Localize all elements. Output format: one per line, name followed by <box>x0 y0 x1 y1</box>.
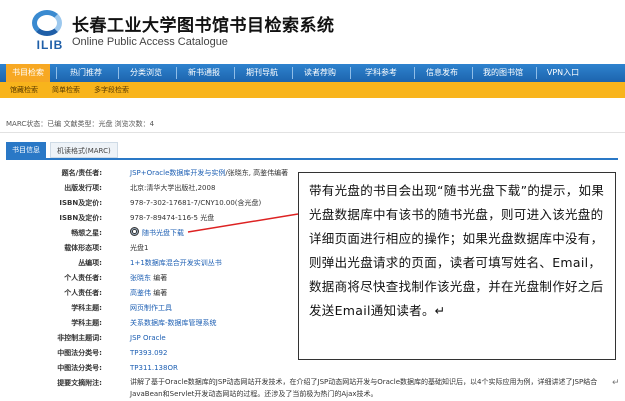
detail-label: 出版发行项: <box>64 184 102 192</box>
nav-item-book-search[interactable]: 书目检索 <box>6 64 50 82</box>
nav-divider <box>56 67 57 79</box>
detail-value: 978-7-302-17681-7/CNY10.00(含光盘) <box>130 199 262 207</box>
nav-item-vpn[interactable]: VPN入口 <box>538 64 588 82</box>
detail-label: 中图法分类号: <box>57 349 102 357</box>
nav-divider <box>176 67 177 79</box>
logo-ring-icon <box>32 10 62 36</box>
author-link[interactable]: 张晓东 <box>130 274 151 282</box>
series-link[interactable]: 1+1数据库混合开发实训丛书 <box>130 256 222 270</box>
classification-link[interactable]: TP393.092 <box>130 346 167 360</box>
detail-label: 非控制主题词: <box>57 334 102 342</box>
subnav-item-multi-field-search[interactable]: 多字段检索 <box>94 82 129 98</box>
detail-label: ISBN及定价: <box>59 199 102 207</box>
title-responsibility: /张晓东, 高鉴伟编著 <box>225 169 289 177</box>
detail-label: 丛编项: <box>78 259 102 267</box>
divider <box>0 132 625 133</box>
nav-divider <box>350 67 351 79</box>
author-link[interactable]: 高鉴伟 <box>130 289 151 297</box>
nav-item-info-publish[interactable]: 信息发布 <box>416 64 468 82</box>
detail-label: 提要文摘附注: <box>57 379 102 387</box>
sub-nav: 馆藏检索 简单检索 多字段检索 <box>0 82 625 98</box>
detail-label: 畅想之星: <box>71 229 102 237</box>
callout-box: 带有光盘的书目会出现“随书光盘下载”的提示，如果光盘数据库中有该书的随书光盘，则… <box>298 172 616 360</box>
detail-label: 个人责任者: <box>64 274 102 282</box>
tab-book-info[interactable]: 书目信息 <box>6 142 46 158</box>
subnav-item-simple-search[interactable]: 简单检索 <box>52 82 80 98</box>
title-link[interactable]: JSP+Oracle数据库开发与实例 <box>130 169 225 177</box>
detail-label: 学科主题: <box>71 304 102 312</box>
subnav-item-collection-search[interactable]: 馆藏检索 <box>10 82 38 98</box>
nav-item-subject-reference[interactable]: 学科参考 <box>352 64 410 82</box>
tab-underline <box>6 158 618 160</box>
detail-value: 光盘1 <box>130 244 149 252</box>
detail-label: 个人责任者: <box>64 289 102 297</box>
abstract-text: 讲解了基于Oracle数据库的JSP动态网站开发技术，在介绍了JSP动态网站开发… <box>130 378 598 398</box>
callout-text: 带有光盘的书目会出现“随书光盘下载”的提示，如果光盘数据库中有该书的随书光盘，则… <box>309 183 605 318</box>
nav-divider <box>472 67 473 79</box>
subject-link[interactable]: 网页制作工具 <box>130 301 172 315</box>
tab-marc-format[interactable]: 机读格式(MARC) <box>50 142 118 158</box>
ilib-logo[interactable]: ILIB <box>30 10 70 54</box>
nav-item-journal-nav[interactable]: 期刊导航 <box>236 64 288 82</box>
nav-item-hot-recommend[interactable]: 热门推荐 <box>60 64 112 82</box>
detail-value: 978-7-89474-116-5 光盘 <box>130 214 215 222</box>
detail-row-clc-2: 中图法分类号: TP311.138OR <box>0 361 600 375</box>
paragraph-mark: ↵ <box>612 378 620 388</box>
nav-divider <box>234 67 235 79</box>
header: ILIB 长春工业大学图书馆书目检索系统 Online Public Acces… <box>0 0 625 62</box>
nav-divider <box>414 67 415 79</box>
nav-item-my-library[interactable]: 我的图书馆 <box>474 64 532 82</box>
site-title: 长春工业大学图书馆书目检索系统 <box>72 16 335 36</box>
author-role: 编著 <box>151 289 168 297</box>
main-nav: 书目检索 热门推荐 分类浏览 新书通报 期刊导航 读者荐购 学科参考 信息发布 … <box>0 64 625 82</box>
cd-download-label: 随书光盘下载 <box>142 229 184 237</box>
detail-label: 题名/责任者: <box>61 169 102 177</box>
cd-icon <box>130 227 139 236</box>
detail-label: 学科主题: <box>71 319 102 327</box>
nav-divider <box>118 67 119 79</box>
logo-text: ILIB <box>36 38 64 52</box>
marc-status: MARC状态：已编 文献类型：光盘 浏览次数：4 <box>6 120 155 128</box>
keyword-link[interactable]: JSP Oracle <box>130 331 166 345</box>
detail-label: 中图法分类号: <box>57 364 102 372</box>
detail-value: 北京:清华大学出版社,2008 <box>130 184 216 192</box>
cd-download-link[interactable]: 随书光盘下载 <box>130 226 184 240</box>
site-subtitle: Online Public Access Catalogue <box>72 36 228 48</box>
subject-link[interactable]: 关系数据库-数据库管理系统 <box>130 316 217 330</box>
nav-item-new-books[interactable]: 新书通报 <box>178 64 230 82</box>
detail-label: 载体形态项: <box>64 244 102 252</box>
nav-divider <box>292 67 293 79</box>
detail-label: ISBN及定价: <box>59 214 102 222</box>
nav-item-category-browse[interactable]: 分类浏览 <box>120 64 172 82</box>
author-role: 编著 <box>151 274 168 282</box>
nav-divider <box>536 67 537 79</box>
classification-link[interactable]: TP311.138OR <box>130 361 178 375</box>
nav-item-reader-recommend[interactable]: 读者荐购 <box>294 64 346 82</box>
